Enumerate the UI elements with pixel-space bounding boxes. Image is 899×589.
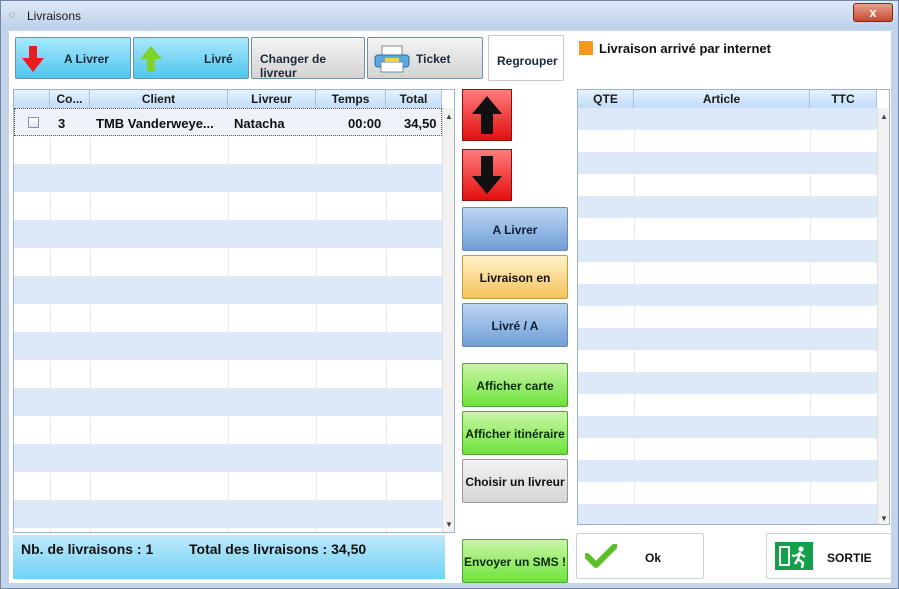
sortie-button[interactable]: SORTIE xyxy=(766,533,892,579)
deliveries-scrollbar[interactable]: ▲ ▼ xyxy=(442,108,454,532)
delivery-count: Nb. de livraisons : 1 xyxy=(21,541,154,557)
changer-livreur-button[interactable]: Changer de livreur xyxy=(251,37,365,80)
column-divider xyxy=(90,108,91,532)
header-qte[interactable]: QTE xyxy=(578,90,634,108)
delivery-total: Total des livraisons : 34,50 xyxy=(189,541,367,557)
down-arrow-icon xyxy=(472,156,502,194)
title-bar: ◌ Livraisons x xyxy=(1,1,898,29)
column-divider xyxy=(316,108,317,532)
deliveries-table: Co... Client Livreur Temps Total 3 TMB V… xyxy=(13,89,455,533)
scroll-up-icon[interactable]: ▲ xyxy=(880,112,888,121)
column-divider xyxy=(228,108,229,532)
ok-label: Ok xyxy=(645,551,662,565)
a-livrer-label: A Livrer xyxy=(64,52,109,66)
header-ttc[interactable]: TTC xyxy=(810,90,877,108)
table-row[interactable] xyxy=(578,284,877,306)
regrouper-button[interactable]: Regrouper xyxy=(488,35,564,81)
changer-livreur-label: Changer de livreur xyxy=(260,52,327,80)
column-divider xyxy=(810,108,811,524)
printer-icon xyxy=(374,45,410,73)
afficher-itineraire-button[interactable]: Afficher itinéraire xyxy=(462,411,568,455)
header-select xyxy=(14,90,50,108)
deliveries-header: Co... Client Livreur Temps Total xyxy=(14,90,442,109)
scroll-up-icon[interactable]: ▲ xyxy=(445,112,453,121)
cell-client: TMB Vanderweye... xyxy=(96,116,214,131)
table-row[interactable] xyxy=(578,328,877,350)
internet-legend-label: Livraison arrivé par internet xyxy=(599,41,771,56)
checkmark-icon xyxy=(585,544,617,568)
ok-button[interactable]: Ok xyxy=(576,533,704,579)
window-title: Livraisons xyxy=(27,9,82,23)
red-down-arrow-icon xyxy=(22,46,44,72)
table-row[interactable] xyxy=(578,152,877,174)
afficher-carte-button[interactable]: Afficher carte xyxy=(462,363,568,407)
envoyer-sms-button[interactable]: Envoyer un SMS ! xyxy=(462,539,568,583)
exit-door-icon xyxy=(775,542,813,570)
choisir-livreur-button[interactable]: Choisir un livreur xyxy=(462,459,568,503)
summary-bar: Nb. de livraisons : 1 Total des livraiso… xyxy=(13,535,445,579)
scroll-down-icon[interactable]: ▼ xyxy=(445,520,453,529)
internet-legend-swatch xyxy=(579,41,593,55)
cell-livreur: Natacha xyxy=(234,116,285,131)
articles-table: QTE Article TTC ▲ ▼ xyxy=(577,89,890,525)
table-row[interactable] xyxy=(578,108,877,130)
column-divider xyxy=(634,108,635,524)
table-row[interactable] xyxy=(578,416,877,438)
green-up-arrow-icon xyxy=(140,46,162,72)
column-divider xyxy=(50,108,51,532)
table-row[interactable] xyxy=(578,196,877,218)
cell-total: 34,50 xyxy=(404,116,437,131)
articles-scrollbar[interactable]: ▲ ▼ xyxy=(877,108,889,524)
app-icon: ◌ xyxy=(9,9,16,21)
regrouper-label: Regrouper xyxy=(497,54,558,68)
header-code[interactable]: Co... xyxy=(50,90,90,108)
header-temps[interactable]: Temps xyxy=(316,90,386,108)
sortie-label: SORTIE xyxy=(827,551,872,565)
ticket-label: Ticket xyxy=(416,52,451,66)
livraisons-window: ◌ Livraisons x A Livrer Livré Changer de… xyxy=(0,0,899,589)
scroll-down-icon[interactable]: ▼ xyxy=(880,514,888,523)
filter-en-cours-button[interactable]: Livraison en cours xyxy=(462,255,568,329)
row-checkbox[interactable] xyxy=(28,117,39,128)
cell-code: 3 xyxy=(58,116,66,131)
articles-header: QTE Article TTC xyxy=(578,90,877,109)
filter-a-livrer-button[interactable]: A Livrer xyxy=(462,207,568,251)
a-livrer-toolbar-button[interactable]: A Livrer xyxy=(15,37,131,79)
filter-livre-encaisser-button[interactable]: Livré / A Encaisser xyxy=(462,303,568,377)
close-button[interactable]: x xyxy=(853,3,893,22)
header-client[interactable]: Client xyxy=(90,90,228,108)
up-arrow-icon xyxy=(472,96,502,134)
ticket-button[interactable]: Ticket xyxy=(367,37,483,79)
move-up-button[interactable] xyxy=(462,89,512,141)
table-row[interactable] xyxy=(578,504,877,524)
table-row[interactable] xyxy=(578,240,877,262)
cell-temps: 00:00 xyxy=(348,116,382,131)
header-article[interactable]: Article xyxy=(634,90,810,108)
livre-label: Livré xyxy=(204,52,233,66)
move-down-button[interactable] xyxy=(462,149,512,201)
header-total[interactable]: Total xyxy=(386,90,442,108)
livre-toolbar-button[interactable]: Livré xyxy=(133,37,249,79)
table-row[interactable] xyxy=(578,460,877,482)
table-row[interactable] xyxy=(578,372,877,394)
header-livreur[interactable]: Livreur xyxy=(228,90,316,108)
column-divider xyxy=(386,108,387,532)
